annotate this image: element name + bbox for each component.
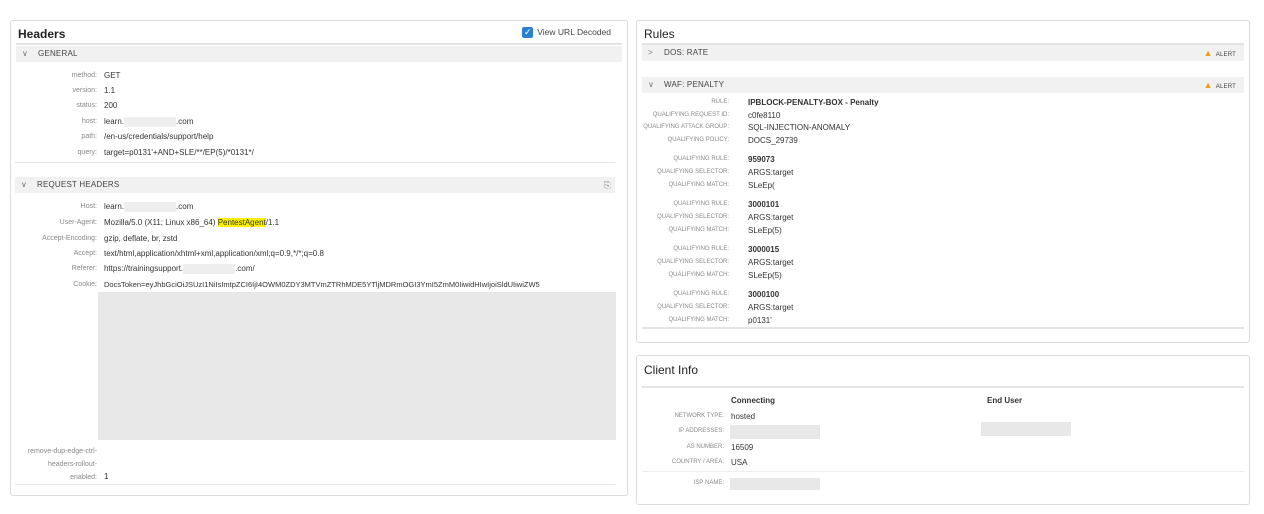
client-info-panel: Client Info (636, 355, 1250, 505)
qualifying-rule-label: QUALIFYING RULE: (673, 291, 729, 297)
section-dos-rate[interactable]: > DOS: RATE ▲ ALERT (642, 45, 1244, 61)
view-url-decoded-checkbox[interactable]: ✓ View URL Decoded (522, 26, 611, 39)
section-general[interactable]: ∨ GENERAL (16, 46, 622, 62)
country-value: USA (731, 458, 748, 467)
as-number-value: 16509 (731, 443, 754, 452)
isp-name-label: ISP NAME: (693, 480, 724, 486)
policy-value: DOCS_29739 (748, 136, 798, 145)
ip-addresses-label: IP ADDRESSES: (678, 428, 724, 434)
alert-badge: ▲ ALERT (1204, 45, 1236, 63)
end-user-column-header: End User (987, 396, 1023, 405)
qualifying-selector-value: ARGS:target (748, 303, 794, 312)
qualifying-selector-label: QUALIFYING SELECTOR: (657, 169, 729, 175)
connecting-column-header: Connecting (731, 396, 775, 405)
attack-group-value: SQL-INJECTION-ANOMALY (748, 123, 851, 132)
end-user-ip-redacted (981, 422, 1071, 436)
checkbox-checked-icon[interactable]: ✓ (522, 27, 534, 39)
network-type-label: NETWORK TYPE: (674, 413, 724, 419)
qualifying-match-label: QUALIFYING MATCH: (668, 272, 729, 278)
chevron-down-icon[interactable]: ∨ (648, 77, 654, 93)
qualifying-match-value: SLeEp(5) (748, 226, 782, 235)
qualifying-selector-label: QUALIFYING SELECTOR: (657, 259, 729, 265)
qualifying-rule-value: 3000100 (748, 290, 780, 299)
dos-rate-label: DOS: RATE (664, 48, 709, 57)
warning-icon: ▲ (1203, 48, 1213, 58)
qualifying-match-value: p0131' (748, 316, 772, 325)
request-id-label: QUALIFYING REQUEST ID: (652, 112, 729, 118)
headers-title: Headers (18, 27, 66, 41)
isp-name-redacted (730, 478, 820, 490)
connecting-ip-redacted (730, 425, 820, 439)
alert-badge: ▲ ALERT (1204, 77, 1236, 95)
chevron-right-icon[interactable]: > (648, 45, 653, 61)
qualifying-rule-value: 959073 (748, 155, 775, 164)
attack-group-label: QUALIFYING ATTACK GROUP: (643, 124, 729, 130)
qualifying-selector-value: ARGS:target (748, 258, 794, 267)
qualifying-match-label: QUALIFYING MATCH: (668, 182, 729, 188)
qualifying-match-value: SLeEp(5) (748, 271, 782, 280)
client-info-title: Client Info (644, 363, 699, 377)
chevron-down-icon[interactable]: ∨ (22, 46, 28, 62)
qualifying-rule-label: QUALIFYING RULE: (673, 156, 729, 162)
alert-label: ALERT (1215, 52, 1236, 58)
qualifying-selector-value: ARGS:target (748, 168, 794, 177)
waf-penalty-label: WAF: PENALTY (664, 80, 725, 89)
qualifying-match-label: QUALIFYING MATCH: (668, 227, 729, 233)
warning-icon: ▲ (1203, 80, 1213, 90)
network-type-value: hosted (731, 412, 756, 421)
method-label: method: (71, 72, 97, 79)
alert-label: ALERT (1215, 84, 1236, 90)
qualifying-selector-label: QUALIFYING SELECTOR: (657, 304, 729, 310)
qualifying-selector-label: QUALIFYING SELECTOR: (657, 214, 729, 220)
policy-label: QUALIFYING POLICY: (667, 137, 729, 143)
version-label: version: (72, 87, 97, 94)
version-value: 1.1 (104, 86, 116, 95)
as-number-label: AS NUMBER: (686, 444, 724, 450)
section-waf-penalty[interactable]: ∨ WAF: PENALTY ▲ ALERT (642, 77, 1244, 93)
qualifying-rule-label: QUALIFYING RULE: (673, 201, 729, 207)
qualifying-rule-label: QUALIFYING RULE: (673, 246, 729, 252)
method-value: GET (104, 71, 121, 80)
country-label: COUNTRY / AREA: (671, 459, 724, 465)
rule-label: RULE: (711, 99, 729, 105)
qualifying-rule-value: 3000015 (748, 245, 780, 254)
view-url-decoded-label: View URL Decoded (537, 27, 611, 37)
section-general-label: GENERAL (38, 49, 78, 58)
rules-title: Rules (644, 27, 675, 41)
qualifying-match-value: SLeEp( (748, 181, 775, 190)
request-id-value: c0fe8110 (748, 111, 781, 120)
qualifying-rule-value: 3000101 (748, 200, 780, 209)
qualifying-selector-value: ARGS:target (748, 213, 794, 222)
qualifying-match-label: QUALIFYING MATCH: (668, 317, 729, 323)
rule-value: IPBLOCK-PENALTY-BOX - Penalty (748, 98, 879, 107)
